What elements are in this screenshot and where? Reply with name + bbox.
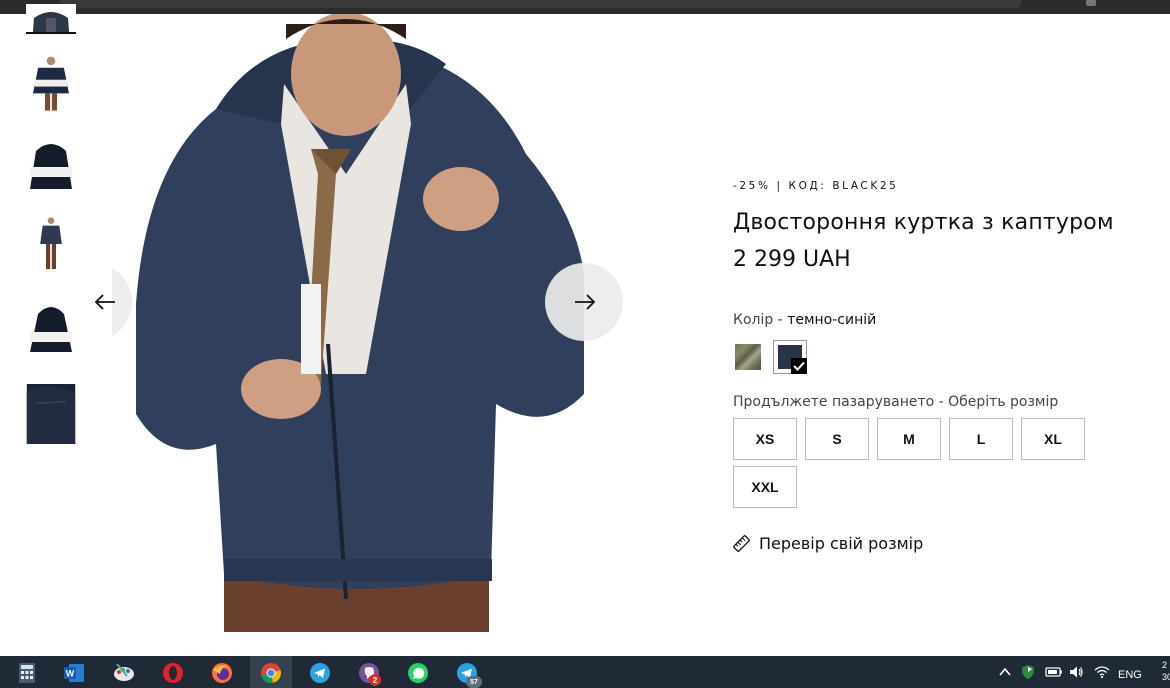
clock[interactable]: 2 30 <box>1162 659 1170 683</box>
check-size-label: Перевір свій розмір <box>759 534 924 553</box>
wifi-icon[interactable] <box>1094 665 1110 679</box>
calculator-icon[interactable] <box>16 662 38 684</box>
color-value: темно-синій <box>787 312 877 328</box>
check-size-link[interactable]: Перевір свій розмір <box>733 534 1133 553</box>
swatch-navy[interactable] <box>773 340 807 374</box>
address-bar-edge[interactable] <box>60 0 1022 8</box>
color-label: Колір - темно-синій <box>733 312 1133 328</box>
ruler-icon <box>733 535 750 552</box>
size-l[interactable]: L <box>949 418 1013 460</box>
paint-icon[interactable] <box>113 662 135 684</box>
promo-code: -25% | КОД: BLACK25 <box>733 180 899 192</box>
battery-icon[interactable] <box>1045 665 1063 679</box>
size-xs[interactable]: XS <box>733 418 797 460</box>
chrome-icon[interactable] <box>260 662 282 684</box>
size-m[interactable]: M <box>877 418 941 460</box>
size-prompt: Продължете пазаруването - Оберіть розмір <box>733 394 1059 410</box>
clock-date: 30 <box>1162 672 1170 682</box>
product-info: -25% | КОД: BLACK25 Двостороння куртка з… <box>733 180 1133 553</box>
language-indicator[interactable]: ENG <box>1118 669 1142 681</box>
product-price: 2 299 UAH <box>733 247 851 272</box>
thumbnail-5[interactable] <box>26 300 76 360</box>
svg-text:W: W <box>66 669 75 679</box>
prev-image-button[interactable] <box>78 263 132 341</box>
viber-badge: 2 <box>369 674 381 686</box>
firefox-icon[interactable] <box>211 662 233 684</box>
color-swatches <box>733 340 1133 374</box>
size-xxl[interactable]: XXL <box>733 466 797 508</box>
thumbnail-3[interactable] <box>26 138 76 196</box>
thumbnail-4[interactable] <box>26 214 76 286</box>
telegram-icon[interactable] <box>309 662 331 684</box>
arrow-right-icon <box>575 294 596 310</box>
size-options: XS S M L XL XXL <box>733 418 1093 508</box>
thumbnail-1[interactable] <box>26 0 76 34</box>
size-s[interactable]: S <box>805 418 869 460</box>
extension-icon[interactable] <box>1086 0 1096 6</box>
size-xl[interactable]: XL <box>1021 418 1085 460</box>
thumbnail-6[interactable] <box>26 384 76 446</box>
arrow-left-icon <box>94 294 115 310</box>
whatsapp-icon[interactable] <box>407 662 429 684</box>
color-label-text: Колір - <box>733 312 788 328</box>
shield-icon[interactable] <box>1020 664 1036 680</box>
opera-icon[interactable] <box>162 662 184 684</box>
swatch-camo[interactable] <box>735 344 761 370</box>
windows-taskbar: W 2 57 ENG 2 30 <box>0 656 1170 688</box>
clock-time: 2 <box>1162 660 1168 670</box>
volume-icon[interactable] <box>1068 664 1084 680</box>
chevron-up-icon[interactable] <box>998 665 1012 679</box>
telegram-badge: 57 <box>466 676 482 688</box>
next-image-button[interactable] <box>545 263 623 341</box>
thumbnail-2[interactable] <box>26 54 76 124</box>
word-icon[interactable]: W <box>63 662 85 684</box>
check-icon <box>791 358 807 374</box>
product-title: Двостороння куртка з каптуром <box>733 210 1114 235</box>
product-main-image <box>106 14 586 632</box>
browser-top-bar <box>0 0 1170 14</box>
